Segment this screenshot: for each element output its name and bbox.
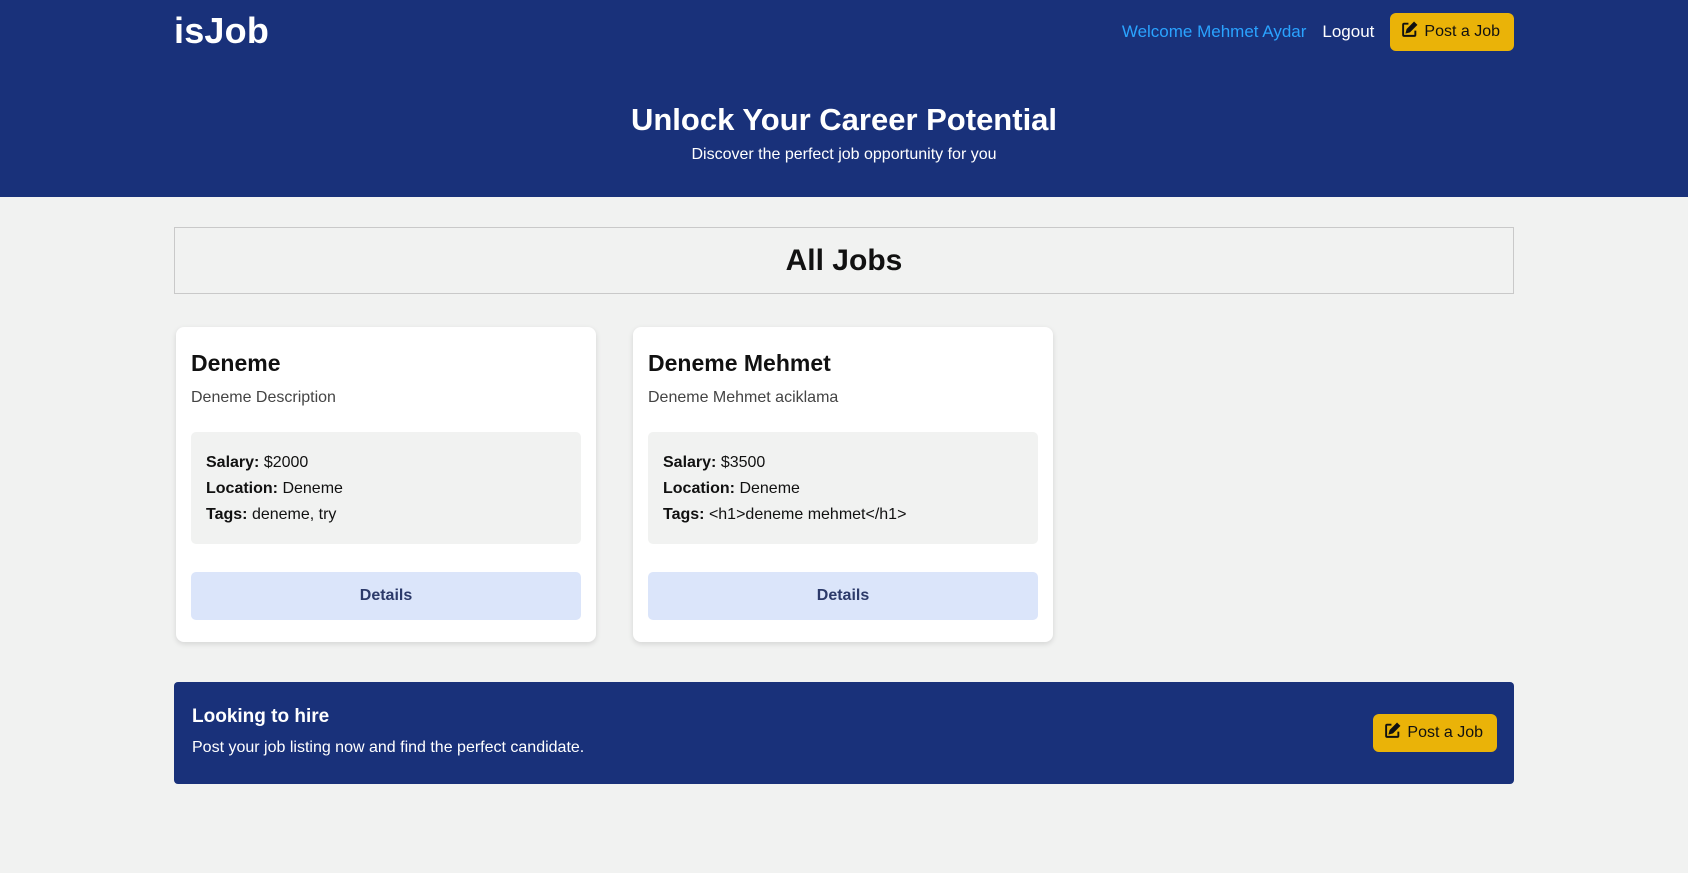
salary-value: $3500 bbox=[720, 454, 766, 471]
pen-to-square-icon bbox=[1401, 21, 1418, 43]
hero-title: Unlock Your Career Potential bbox=[630, 102, 1058, 137]
nav-actions: Welcome Mehmet Aydar Logout Post a Job bbox=[1122, 13, 1514, 51]
tags-label: Tags: bbox=[206, 506, 248, 523]
pen-to-square-icon bbox=[1384, 722, 1401, 744]
brand-logo[interactable]: isJob bbox=[174, 10, 269, 52]
hire-cta-banner: Looking to hire Post your job listing no… bbox=[174, 682, 1514, 784]
logout-link[interactable]: Logout bbox=[1322, 22, 1374, 42]
location-label: Location: bbox=[663, 480, 735, 497]
location-value: Deneme bbox=[282, 480, 343, 497]
main-content: All Jobs Deneme Deneme Description Salar… bbox=[174, 227, 1514, 784]
job-info: Salary: $3500 Location: Deneme Tags: <h1… bbox=[648, 432, 1038, 544]
section-title: All Jobs bbox=[785, 243, 903, 277]
job-card: Deneme Deneme Description Salary: $2000 … bbox=[176, 327, 596, 642]
job-location: Location: Deneme bbox=[663, 476, 1023, 502]
job-tags: Tags: <h1>deneme mehmet</h1> bbox=[663, 502, 1023, 528]
job-title: Deneme Mehmet bbox=[648, 350, 831, 376]
hero-subtitle: Discover the perfect job opportunity for… bbox=[691, 146, 997, 163]
location-value: Deneme bbox=[739, 480, 800, 497]
details-button[interactable]: Details bbox=[648, 572, 1038, 620]
hero-header: isJob Welcome Mehmet Aydar Logout Post a… bbox=[0, 0, 1688, 197]
cta-post-job-button[interactable]: Post a Job bbox=[1373, 714, 1497, 752]
job-list: Deneme Deneme Description Salary: $2000 … bbox=[174, 327, 1514, 642]
details-button[interactable]: Details bbox=[191, 572, 581, 620]
post-job-label: Post a Job bbox=[1424, 23, 1500, 40]
job-tags: Tags: deneme, try bbox=[206, 502, 566, 528]
salary-label: Salary: bbox=[206, 454, 260, 471]
job-description: Deneme Description bbox=[191, 389, 336, 406]
job-salary: Salary: $3500 bbox=[663, 450, 1023, 476]
post-job-button[interactable]: Post a Job bbox=[1390, 13, 1514, 51]
all-jobs-header: All Jobs bbox=[174, 227, 1514, 294]
tags-value: deneme, try bbox=[251, 506, 337, 523]
navbar: isJob Welcome Mehmet Aydar Logout Post a… bbox=[174, 0, 1514, 64]
job-card: Deneme Mehmet Deneme Mehmet aciklama Sal… bbox=[633, 327, 1053, 642]
cta-text: Post your job listing now and find the p… bbox=[192, 739, 585, 756]
welcome-user-text: Welcome Mehmet Aydar bbox=[1121, 22, 1307, 41]
job-salary: Salary: $2000 bbox=[206, 450, 566, 476]
job-info: Salary: $2000 Location: Deneme Tags: den… bbox=[191, 432, 581, 544]
salary-label: Salary: bbox=[663, 454, 717, 471]
job-location: Location: Deneme bbox=[206, 476, 566, 502]
post-job-label: Post a Job bbox=[1407, 724, 1483, 741]
job-title: Deneme bbox=[191, 350, 281, 376]
cta-title: Looking to hire bbox=[192, 706, 330, 727]
location-label: Location: bbox=[206, 480, 278, 497]
hero-text: Unlock Your Career Potential Discover th… bbox=[0, 100, 1688, 164]
tags-label: Tags: bbox=[663, 506, 705, 523]
tags-value: <h1>deneme mehmet</h1> bbox=[708, 506, 907, 523]
salary-value: $2000 bbox=[263, 454, 309, 471]
job-description: Deneme Mehmet aciklama bbox=[648, 389, 839, 406]
